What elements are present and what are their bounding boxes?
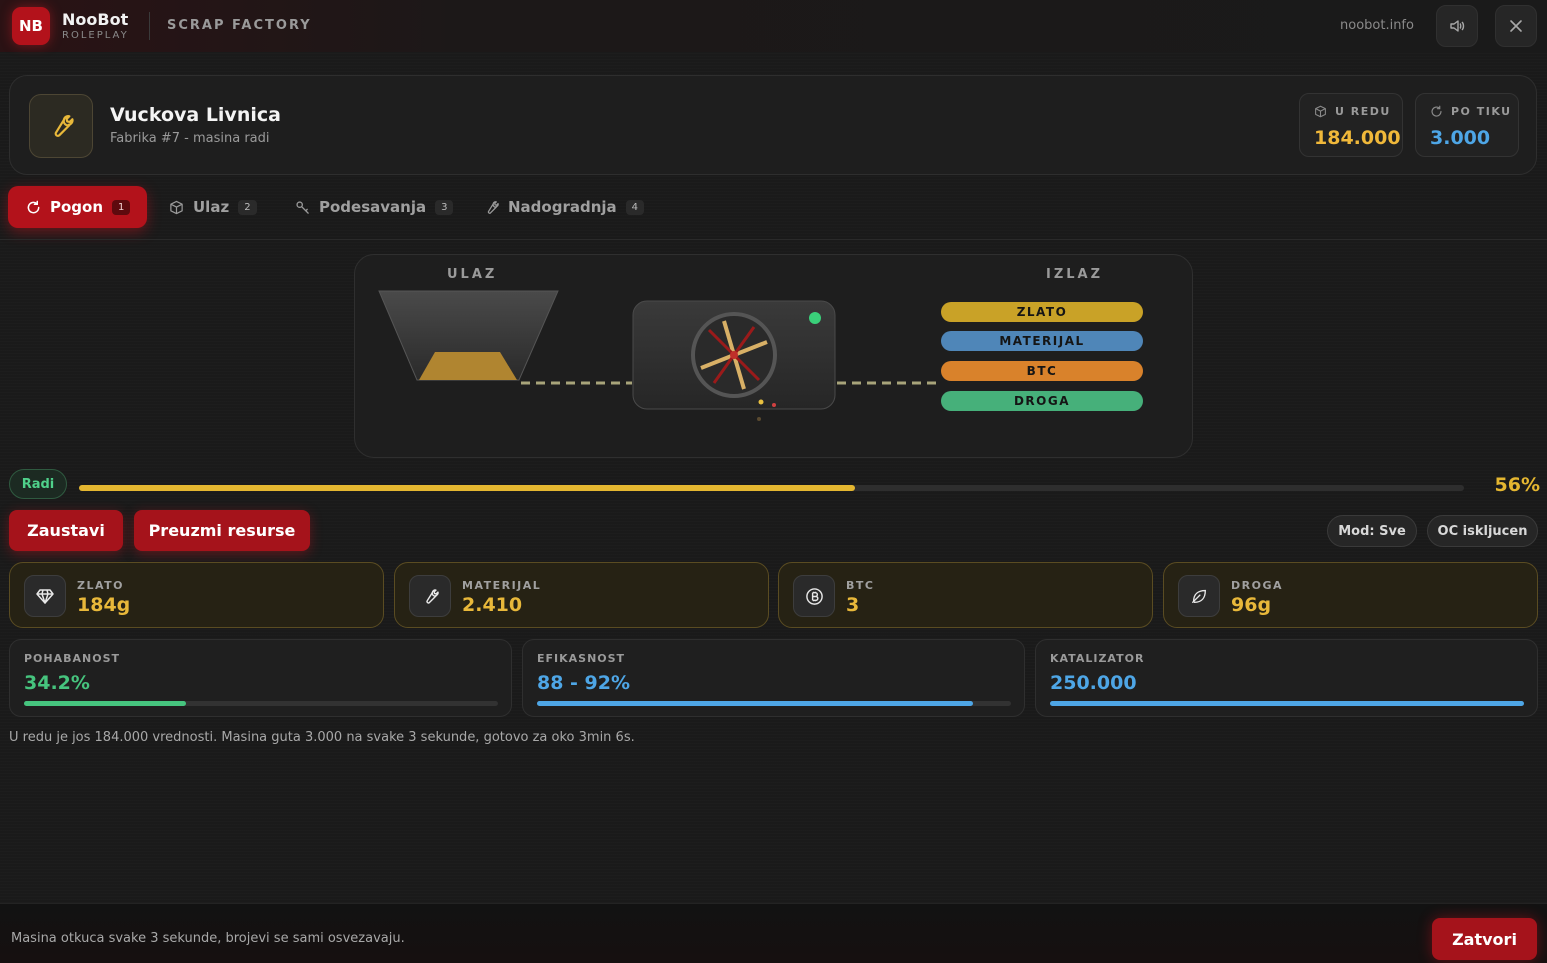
output-zlato: ZLATO bbox=[941, 302, 1143, 322]
status-badge: Radi bbox=[9, 469, 67, 499]
logo-badge: NB bbox=[12, 7, 50, 45]
resource-label: BTC bbox=[846, 579, 875, 592]
resource-card-droga: DROGA 96g bbox=[1163, 562, 1538, 628]
tab-ulaz-label: Ulaz bbox=[193, 198, 230, 216]
metric-catalyst: KATALIZATOR 250.000 bbox=[1035, 639, 1538, 717]
collect-resources-button[interactable]: Preuzmi resurse bbox=[134, 510, 310, 551]
stat-per-tick-value: 3.000 bbox=[1430, 127, 1491, 149]
stop-button[interactable]: Zaustavi bbox=[9, 510, 123, 551]
metric-value: 250.000 bbox=[1050, 672, 1137, 694]
factory-subtitle: Fabrika #7 - masina radi bbox=[110, 131, 270, 146]
queue-info-text: U redu je jos 184.000 vrednosti. Masina … bbox=[9, 730, 635, 745]
resource-value: 184g bbox=[77, 594, 131, 616]
app-title: SCRAP FACTORY bbox=[167, 18, 312, 33]
metric-bar-fill bbox=[537, 701, 974, 706]
stat-queue-value: 184.000 bbox=[1314, 127, 1401, 149]
factory-header: Vuckova Livnica Fabrika #7 - masina radi… bbox=[9, 75, 1537, 175]
footer: Masina otkuca svake 3 sekunde, brojevi s… bbox=[0, 903, 1547, 963]
resource-icon-box bbox=[409, 575, 451, 617]
resource-icon-box bbox=[24, 575, 66, 617]
tab-pogon-label: Pogon bbox=[50, 198, 104, 216]
wrench-icon bbox=[54, 115, 74, 137]
brand-subtitle: ROLEPLAY bbox=[62, 30, 129, 41]
tab-nadogradnja[interactable]: Nadogradnja 4 bbox=[466, 186, 660, 228]
tab-nadogradnja-label: Nadogradnja bbox=[508, 198, 617, 216]
metric-label: POHABANOST bbox=[24, 652, 121, 665]
factory-name: Vuckova Livnica bbox=[110, 104, 281, 126]
resource-label: DROGA bbox=[1231, 579, 1283, 592]
overclock-toggle[interactable]: OC iskljucen bbox=[1427, 515, 1538, 547]
resource-value: 96g bbox=[1231, 594, 1272, 616]
metric-bar-fill bbox=[24, 701, 187, 706]
tab-nadogradnja-number: 4 bbox=[625, 199, 645, 215]
metric-label: KATALIZATOR bbox=[1050, 652, 1145, 665]
refresh-icon bbox=[27, 200, 40, 213]
sound-button[interactable] bbox=[1436, 5, 1478, 47]
top-bar: NB NooBot ROLEPLAY SCRAP FACTORY noobot.… bbox=[0, 0, 1547, 52]
tab-podesavanja-number: 3 bbox=[435, 199, 454, 215]
progress-bar bbox=[79, 485, 1464, 491]
tab-ulaz[interactable]: Ulaz 2 bbox=[151, 186, 273, 228]
stat-queue: U REDU 184.000 bbox=[1299, 93, 1403, 157]
mode-toggle[interactable]: Mod: Sve bbox=[1327, 515, 1417, 547]
wrench-icon bbox=[425, 588, 439, 604]
leaf-icon bbox=[1192, 589, 1206, 603]
tab-podesavanja-label: Podesavanja bbox=[319, 198, 427, 216]
metric-value: 88 - 92% bbox=[537, 672, 631, 694]
metric-bar bbox=[1050, 701, 1524, 706]
brand-divider bbox=[149, 12, 150, 40]
resource-card-btc: BTC 3 bbox=[778, 562, 1153, 628]
hopper-icon bbox=[378, 290, 559, 381]
site-link[interactable]: noobot.info bbox=[1340, 18, 1414, 33]
tab-podesavanja[interactable]: Podesavanja 3 bbox=[277, 186, 469, 228]
resource-label: ZLATO bbox=[77, 579, 124, 592]
close-icon bbox=[1510, 20, 1522, 32]
diamond-icon bbox=[36, 589, 54, 604]
progress-percent: 56% bbox=[1494, 474, 1540, 496]
key-icon bbox=[296, 200, 309, 214]
tab-bar: Pogon 1 Ulaz 2 Podesavanja 3 Nadogradnja… bbox=[8, 186, 1538, 228]
output-droga: DROGA bbox=[941, 391, 1143, 411]
tab-pogon-number: 1 bbox=[112, 199, 131, 215]
close-window-button[interactable] bbox=[1495, 5, 1537, 47]
metric-value: 34.2% bbox=[24, 672, 90, 694]
metric-efficiency: EFIKASNOST 88 - 92% bbox=[522, 639, 1025, 717]
metric-bar bbox=[24, 701, 498, 706]
machine-status-light bbox=[809, 312, 821, 324]
box-icon bbox=[1315, 105, 1326, 118]
resource-value: 3 bbox=[846, 594, 860, 616]
bitcoin-icon bbox=[805, 587, 823, 605]
tab-ulaz-number: 2 bbox=[238, 199, 257, 215]
stat-queue-label: U REDU bbox=[1335, 105, 1391, 118]
tab-pogon[interactable]: Pogon 1 bbox=[8, 186, 147, 228]
tab-divider bbox=[0, 239, 1547, 240]
resource-label: MATERIJAL bbox=[462, 579, 542, 592]
brand-name: NooBot bbox=[62, 10, 129, 29]
resource-icon-box bbox=[793, 575, 835, 617]
progress-fill bbox=[79, 485, 855, 491]
box-icon bbox=[170, 200, 183, 214]
metric-wear: POHABANOST 34.2% bbox=[9, 639, 512, 717]
stat-per-tick: PO TIKU 3.000 bbox=[1415, 93, 1519, 157]
output-materijal: MATERIJAL bbox=[941, 331, 1143, 351]
metric-bar-fill bbox=[1050, 701, 1524, 706]
close-button[interactable]: Zatvori bbox=[1432, 918, 1537, 960]
resource-icon-box bbox=[1178, 575, 1220, 617]
factory-icon-box bbox=[29, 94, 93, 158]
machine-diagram bbox=[378, 290, 939, 421]
refresh-icon bbox=[1431, 105, 1442, 117]
crusher-machine-icon bbox=[632, 300, 836, 421]
metric-bar bbox=[537, 701, 1011, 706]
wrench-icon bbox=[487, 200, 499, 214]
resource-card-materijal: MATERIJAL 2.410 bbox=[394, 562, 769, 628]
resource-card-zlato: ZLATO 184g bbox=[9, 562, 384, 628]
footer-text: Masina otkuca svake 3 sekunde, brojevi s… bbox=[11, 931, 405, 946]
speaker-icon bbox=[1450, 20, 1465, 32]
stat-per-tick-label: PO TIKU bbox=[1451, 105, 1512, 118]
machine-visual: ULAZ IZLAZ ZLATO MATERIJAL BTC DROGA bbox=[354, 254, 1193, 458]
metric-label: EFIKASNOST bbox=[537, 652, 626, 665]
resource-value: 2.410 bbox=[462, 594, 523, 616]
output-btc: BTC bbox=[941, 361, 1143, 381]
